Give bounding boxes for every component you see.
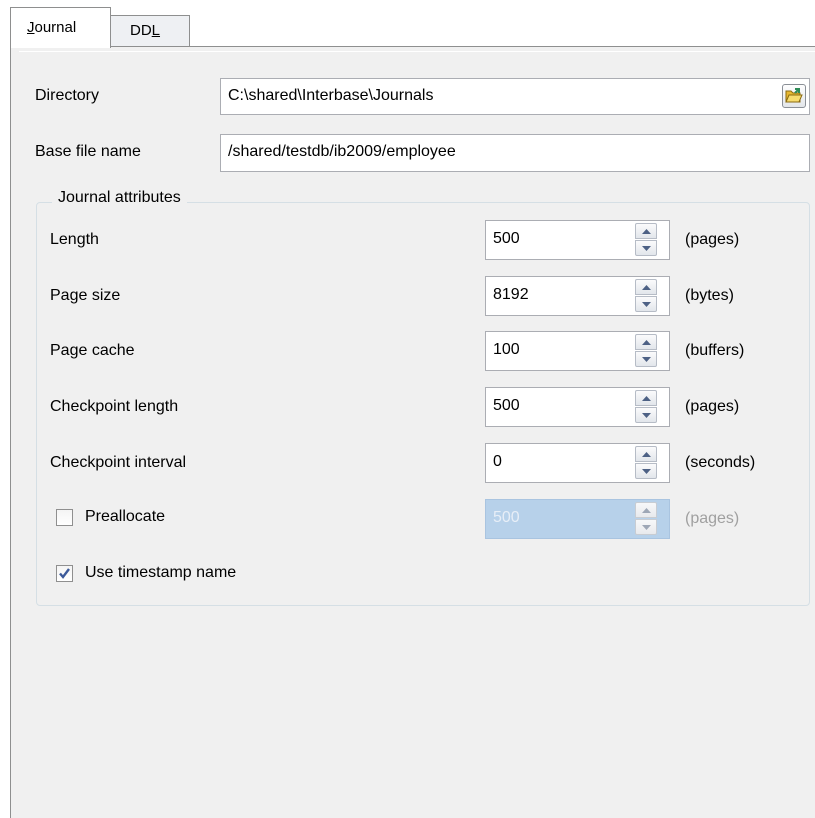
base-file-name-value: /shared/testdb/ib2009/employee xyxy=(228,143,456,160)
page-size-label: Page size xyxy=(50,287,121,304)
checkpoint-interval-spinner[interactable]: 0 xyxy=(485,443,670,483)
checkpoint-length-unit: (pages) xyxy=(685,398,740,415)
page-size-unit: (bytes) xyxy=(685,287,734,304)
checkpoint-interval-label: Checkpoint interval xyxy=(50,454,187,471)
page-size-spin-up-button[interactable] xyxy=(635,279,657,295)
spin-down-arrow-icon xyxy=(642,525,651,530)
use-timestamp-checkbox[interactable] xyxy=(56,565,73,582)
page-cache-spinner[interactable]: 100 xyxy=(485,331,670,371)
page-cache-spin-up-button[interactable] xyxy=(635,334,657,350)
spin-down-arrow-icon xyxy=(642,246,651,251)
checkpoint-length-spin-down-button[interactable] xyxy=(635,407,657,423)
spin-up-arrow-icon xyxy=(642,452,651,457)
spin-down-arrow-icon xyxy=(642,302,651,307)
page-cache-spin-down-button[interactable] xyxy=(635,351,657,367)
checkpoint-interval-spin-up-button[interactable] xyxy=(635,446,657,462)
spin-up-arrow-icon xyxy=(642,229,651,234)
page-cache-label: Page cache xyxy=(50,342,135,359)
length-value: 500 xyxy=(493,230,520,247)
open-folder-icon xyxy=(785,88,803,103)
preallocate-spin-down-button xyxy=(635,519,657,535)
preallocate-value: 500 xyxy=(493,509,520,526)
checkpoint-length-spinner[interactable]: 500 xyxy=(485,387,670,427)
checkpoint-length-spin-up-button[interactable] xyxy=(635,390,657,406)
page-size-spinner[interactable]: 8192 xyxy=(485,276,670,316)
checkpoint-interval-value: 0 xyxy=(493,453,502,470)
spin-up-arrow-icon xyxy=(642,285,651,290)
preallocate-checkbox[interactable] xyxy=(56,509,73,526)
length-label: Length xyxy=(50,231,99,248)
length-spinner[interactable]: 500 xyxy=(485,220,670,260)
preallocate-spinner: 500 xyxy=(485,499,670,539)
browse-folder-button[interactable] xyxy=(782,84,806,108)
base-file-name-label: Base file name xyxy=(35,143,141,160)
checkpoint-interval-unit: (seconds) xyxy=(685,454,756,471)
journal-attributes-title: Journal attributes xyxy=(52,189,187,207)
directory-label: Directory xyxy=(35,87,100,104)
directory-value: C:\shared\Interbase\Journals xyxy=(228,87,434,104)
page-size-spin-down-button[interactable] xyxy=(635,296,657,312)
spin-down-arrow-icon xyxy=(642,469,651,474)
length-unit: (pages) xyxy=(685,231,740,248)
use-timestamp-label[interactable]: Use timestamp name xyxy=(85,564,236,582)
base-file-name-input[interactable]: /shared/testdb/ib2009/employee xyxy=(220,134,810,172)
page-cache-value: 100 xyxy=(493,341,520,358)
checkpoint-length-label: Checkpoint length xyxy=(50,398,179,415)
panel-content: Directory C:\shared\Interbase\Journals B… xyxy=(0,0,815,818)
spin-up-arrow-icon xyxy=(642,508,651,513)
checkmark-icon xyxy=(59,568,70,579)
preallocate-spin-up-button xyxy=(635,502,657,518)
preallocate-label[interactable]: Preallocate xyxy=(85,508,165,526)
length-spin-down-button[interactable] xyxy=(635,240,657,256)
page-cache-unit: (buffers) xyxy=(685,342,745,359)
spin-up-arrow-icon xyxy=(642,340,651,345)
spin-up-arrow-icon xyxy=(642,396,651,401)
preallocate-unit: (pages) xyxy=(685,510,740,527)
page-size-value: 8192 xyxy=(493,286,529,303)
spin-down-arrow-icon xyxy=(642,357,651,362)
checkpoint-interval-spin-down-button[interactable] xyxy=(635,463,657,479)
length-spin-up-button[interactable] xyxy=(635,223,657,239)
directory-input[interactable]: C:\shared\Interbase\Journals xyxy=(220,78,810,115)
checkpoint-length-value: 500 xyxy=(493,397,520,414)
spin-down-arrow-icon xyxy=(642,413,651,418)
